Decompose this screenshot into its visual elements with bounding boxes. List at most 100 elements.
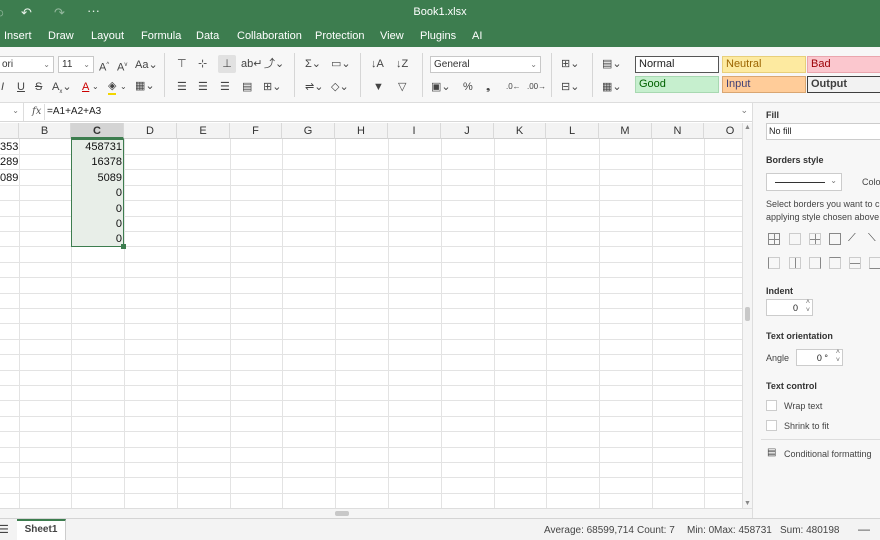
menu-draw[interactable]: Draw (48, 30, 74, 42)
font-size-select[interactable]: 11 ⌄ (58, 56, 94, 73)
menu-layout[interactable]: Layout (91, 30, 124, 42)
menu-data[interactable]: Data (196, 30, 219, 42)
column-header-j[interactable]: J (441, 123, 494, 139)
fx-icon[interactable]: fx (32, 106, 41, 117)
menu-formula[interactable]: Formula (141, 30, 181, 42)
right-border-icon[interactable] (809, 257, 821, 269)
wrap-text-icon[interactable]: ab↵ (241, 57, 262, 71)
column-header-i[interactable]: I (388, 123, 441, 139)
conditional-formatting-button[interactable]: Conditional formatting (784, 449, 872, 459)
scroll-up-icon[interactable]: ▲ (744, 124, 751, 131)
inner-borders-icon[interactable] (789, 233, 801, 245)
cell-c1[interactable]: 458731 (71, 140, 124, 155)
formula-input[interactable]: =A1+A2+A3 (47, 106, 101, 117)
column-header-d[interactable]: D (124, 123, 177, 139)
column-header-n[interactable]: N (652, 123, 704, 139)
insert-cells-icon[interactable]: ⊞⌄ (561, 57, 579, 71)
column-header-o[interactable]: O (704, 123, 742, 139)
cell-c5[interactable]: 0 (71, 202, 124, 217)
stepper-arrows-icon[interactable]: ˄ ˅ (806, 299, 810, 315)
menu-view[interactable]: View (380, 30, 404, 42)
percent-icon[interactable]: % (463, 80, 473, 94)
menu-protection[interactable]: Protection (315, 30, 365, 42)
format-as-table-icon[interactable]: ▦⌄ (602, 80, 622, 94)
number-format-select[interactable]: General ⌄ (430, 56, 541, 73)
cell-style-normal[interactable]: Normal (635, 56, 719, 73)
shrink-to-fit-checkbox[interactable] (766, 420, 777, 431)
inner-horizontal-icon[interactable] (849, 257, 861, 269)
column-header-m[interactable]: M (599, 123, 652, 139)
cell-c7[interactable]: 0 (71, 232, 124, 247)
comma-style-icon[interactable]: ❟ (486, 80, 490, 94)
zoom-out-icon[interactable]: — (858, 522, 870, 536)
inside-borders-icon[interactable] (809, 233, 821, 245)
top-border-icon[interactable] (829, 257, 841, 269)
vertical-scrollbar[interactable]: ▲ ▼ (742, 123, 752, 508)
borders-icon[interactable]: ▦⌄ (135, 79, 155, 93)
change-case-icon[interactable]: Aa⌄ (135, 58, 158, 72)
column-header-b[interactable]: B (19, 123, 71, 139)
cell-c2[interactable]: 16378 (71, 155, 124, 170)
italic-icon[interactable]: I (1, 80, 4, 94)
align-top-icon[interactable]: ⊤ (177, 57, 187, 71)
cell-a3[interactable]: 089 (0, 171, 19, 186)
cell-style-good[interactable]: Good (635, 76, 719, 93)
subscript-icon[interactable]: Ax⌄ (52, 80, 72, 99)
all-borders-icon[interactable] (768, 233, 780, 245)
wrap-text-checkbox[interactable] (766, 400, 777, 411)
column-header-h[interactable]: H (335, 123, 388, 139)
merge-cells-icon[interactable]: ⊞⌄ (263, 80, 281, 94)
cell-c6[interactable]: 0 (71, 217, 124, 232)
font-color-dropdown-icon[interactable]: ⌄ (92, 80, 99, 94)
conditional-format-icon[interactable]: ▤⌄ (602, 57, 622, 71)
increase-decimal-icon[interactable]: .00→ (527, 80, 546, 94)
decrease-font-icon[interactable]: Av (117, 58, 127, 75)
strikethrough-icon[interactable]: S (35, 80, 42, 94)
fill-select[interactable]: No fill (766, 123, 880, 140)
align-center-icon[interactable]: ☰ (198, 80, 208, 94)
expand-formula-icon[interactable]: ⌄ (740, 105, 748, 116)
column-header-c[interactable]: C (71, 123, 124, 139)
menu-ai[interactable]: AI (472, 30, 482, 42)
border-line-select[interactable]: ⌄ (766, 173, 842, 191)
cell-c3[interactable]: 5089 (71, 171, 124, 186)
sheet-tab[interactable]: Sheet1 (17, 519, 66, 540)
vertical-scroll-thumb[interactable] (745, 307, 750, 321)
sheet-list-icon[interactable]: ☰ (0, 523, 9, 536)
sort-descending-icon[interactable]: ↓Z (396, 57, 408, 71)
menu-collaboration[interactable]: Collaboration (237, 30, 302, 42)
clear-filter-icon[interactable]: ▽ (398, 80, 406, 94)
justify-icon[interactable]: ▤ (242, 80, 252, 94)
diagonal-down-icon[interactable]: ⟍ (868, 232, 876, 245)
filter-icon[interactable]: ▼ (373, 80, 384, 94)
fill-color-dropdown-icon[interactable]: ⌄ (120, 80, 127, 94)
stepper-arrows-icon[interactable]: ˄ ˅ (836, 349, 840, 365)
inner-vertical-icon[interactable] (789, 257, 801, 269)
bottom-border-icon[interactable] (869, 257, 880, 269)
column-header-a[interactable] (0, 123, 19, 139)
shrink-to-fit-label[interactable]: Shrink to fit (784, 421, 829, 431)
insert-function-icon[interactable]: ⇌⌄ (305, 80, 323, 94)
sort-ascending-icon[interactable]: ↓A (371, 57, 384, 71)
outer-borders-icon[interactable] (829, 233, 841, 245)
cell-style-input[interactable]: Input (722, 76, 806, 93)
cell-a2[interactable]: 289 (0, 155, 19, 170)
wrap-text-label[interactable]: Wrap text (784, 401, 822, 411)
column-header-l[interactable]: L (546, 123, 599, 139)
menu-plugins[interactable]: Plugins (420, 30, 456, 42)
align-right-icon[interactable]: ☰ (220, 80, 230, 94)
horizontal-scrollbar[interactable] (0, 508, 752, 518)
menu-insert[interactable]: Insert (4, 30, 32, 42)
align-bottom-icon[interactable]: ⊥ (218, 55, 236, 73)
decrease-decimal-icon[interactable]: .0← (506, 80, 521, 94)
border-color-label[interactable]: Colo (862, 177, 880, 187)
increase-font-icon[interactable]: A^ (99, 58, 109, 75)
cell-c4[interactable]: 0 (71, 186, 124, 201)
text-orientation-icon[interactable]: ⤴⌄ (264, 57, 284, 71)
cell-style-output[interactable]: Output (807, 76, 880, 93)
cell-style-neutral[interactable]: Neutral (722, 56, 806, 73)
cell-a1[interactable]: 353 (0, 140, 19, 155)
font-name-select[interactable]: ori ⌄ (0, 56, 54, 73)
angle-stepper[interactable]: 0 ° ˄ ˅ (796, 349, 843, 366)
scroll-down-icon[interactable]: ▼ (744, 500, 751, 507)
